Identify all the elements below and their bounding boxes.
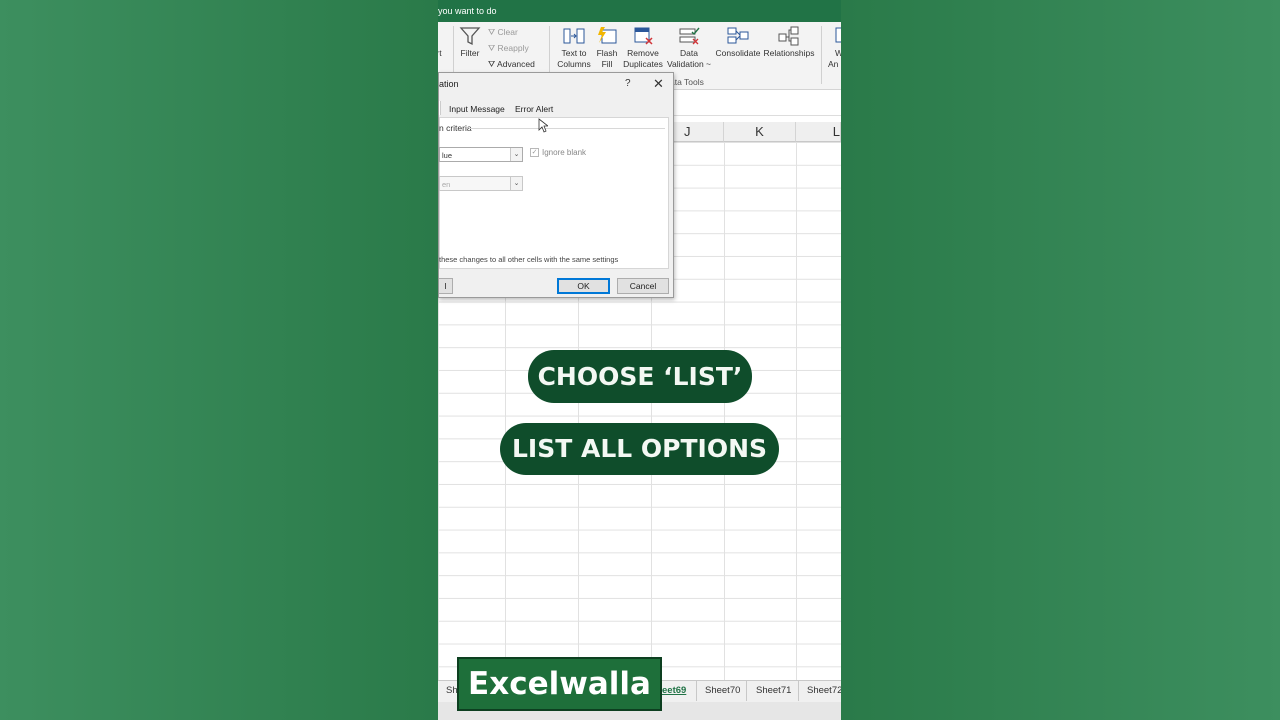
data-validation-icon	[679, 27, 700, 45]
reapply-button[interactable]: ⛛ Reapply	[488, 43, 529, 54]
tab-separator	[696, 681, 697, 701]
funnel-icon	[459, 27, 481, 46]
close-icon[interactable]: ✕	[653, 76, 664, 92]
relationships-button[interactable]: Relationships	[763, 26, 815, 59]
tab-separator	[746, 681, 747, 701]
step-choose-list-caption: CHOOSE ‘LIST’	[528, 350, 752, 403]
ignore-blank-checkbox[interactable]: ✓ Ignore blank	[530, 148, 586, 158]
excel-window: you want to do rt Filter ⛛ Clear ⛛ Reapp…	[438, 0, 841, 720]
validation-criteria-label: n criteria	[439, 123, 472, 133]
what-if-analysis-button[interactable]: W An	[827, 26, 841, 70]
remove-duplicates-button[interactable]: Remove Duplicates	[622, 26, 664, 70]
dialog-title: ation	[439, 79, 459, 89]
ribbon-separator	[821, 26, 822, 84]
consolidate-icon	[727, 27, 749, 44]
tell-me-text[interactable]: you want to do	[438, 6, 497, 16]
remove-duplicates-icon	[634, 27, 653, 45]
sheet-tab-active[interactable]: eet69	[662, 685, 686, 696]
flash-fill-button[interactable]: Flash Fill	[594, 26, 620, 70]
text-to-columns-icon	[563, 28, 585, 44]
ribbon-left-button[interactable]: rt	[438, 26, 444, 59]
relationships-icon	[778, 26, 799, 46]
grid-line	[796, 142, 797, 680]
clear-filter-icon: ⛛	[488, 27, 496, 37]
what-if-icon	[835, 27, 841, 43]
column-header-l[interactable]: L	[796, 122, 841, 142]
step-list-options-caption: LIST ALL OPTIONS	[500, 423, 779, 475]
consolidate-button[interactable]: Consolidate	[715, 26, 761, 59]
advanced-filter-button[interactable]: ⛛ Advanced	[488, 59, 535, 70]
chevron-down-icon: ⌄	[510, 148, 522, 161]
divider	[469, 128, 665, 129]
sheet-tab[interactable]: Sheet71	[756, 685, 791, 696]
data-validation-dialog: ation ? ✕ Input Message Error Alert n cr…	[438, 72, 674, 298]
text-to-columns-button[interactable]: Text to Columns	[555, 26, 593, 70]
help-button[interactable]: ?	[625, 78, 631, 89]
background-left	[0, 0, 438, 720]
data-select[interactable]: en ⌄	[439, 176, 523, 191]
tab-input-message[interactable]: Input Message	[449, 104, 505, 114]
data-validation-button[interactable]: Data Validation ~	[666, 26, 712, 70]
ok-button[interactable]: OK	[557, 278, 610, 294]
advanced-filter-icon: ⛛	[488, 59, 496, 69]
tab-separator	[798, 681, 799, 701]
background-right	[841, 0, 1280, 720]
clear-filter-button[interactable]: ⛛ Clear	[488, 27, 518, 38]
reapply-icon: ⛛	[488, 43, 496, 53]
checkbox-check-icon: ✓	[530, 148, 539, 158]
settings-panel	[439, 117, 669, 269]
brand-logo-text: Excelwalla	[457, 657, 662, 711]
mouse-cursor-icon	[538, 118, 548, 133]
cancel-button[interactable]: Cancel	[617, 278, 669, 294]
sheet-tab[interactable]: Sheet72	[807, 685, 841, 696]
allow-select[interactable]: lue ⌄	[439, 147, 523, 162]
grid-line	[724, 142, 725, 680]
tab-settings[interactable]	[439, 101, 441, 115]
tab-error-alert[interactable]: Error Alert	[515, 104, 553, 114]
data-tools-group-label: ata Tools	[670, 77, 704, 87]
title-bar: you want to do	[438, 0, 841, 22]
sheet-tab[interactable]: Sheet70	[705, 685, 740, 696]
clear-all-button[interactable]: l	[439, 278, 453, 294]
flash-fill-icon	[598, 27, 617, 44]
apply-to-all-label[interactable]: these changes to all other cells with th…	[439, 255, 618, 264]
table-icon	[438, 26, 444, 46]
column-header-j[interactable]: J	[674, 122, 724, 142]
column-header-k[interactable]: K	[724, 122, 796, 142]
filter-button[interactable]: Filter	[458, 26, 482, 59]
chevron-down-icon: ⌄	[510, 177, 522, 190]
